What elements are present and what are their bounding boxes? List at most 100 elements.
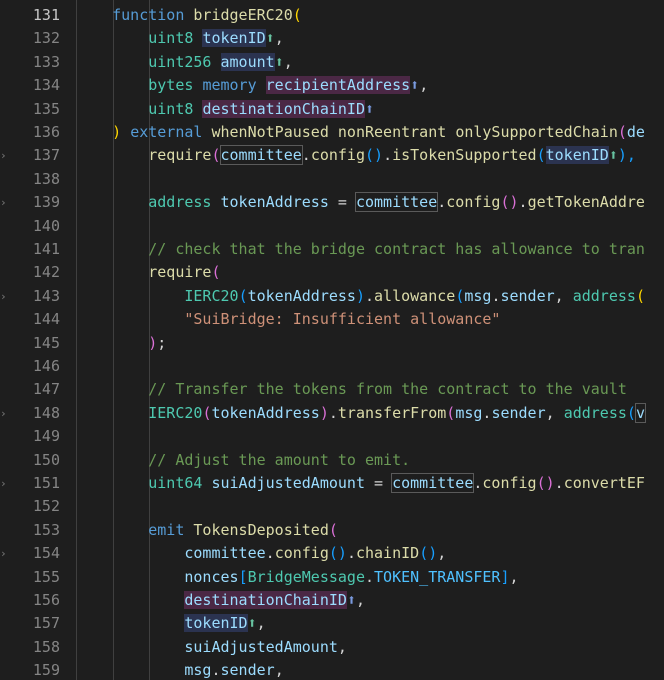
code-line[interactable]: 134 bytes memory recipientAddress⬆,	[0, 74, 664, 97]
code-token: ,	[509, 567, 519, 586]
code-line[interactable]: 133 uint256 amount⬆,	[0, 51, 664, 74]
code-line[interactable]: 157 tokenID⬆,	[0, 612, 664, 635]
code-token: address	[563, 403, 627, 422]
code-line[interactable]: › 137 require(committee.config().isTokenS…	[0, 144, 664, 167]
code-line[interactable]: › 148 IERC20(tokenAddress).transferFrom(m…	[0, 402, 664, 425]
code-text: suiAdjustedAmount,	[76, 636, 664, 659]
code-token: (	[238, 286, 248, 305]
line-number: 137	[32, 146, 60, 165]
code-line[interactable]: › 139 address tokenAddress = committee.co…	[0, 191, 664, 214]
code-token: tokenAddress	[220, 193, 329, 212]
code-token: )	[112, 123, 122, 141]
code-token: isTokenSupported	[392, 146, 537, 165]
code-token: require	[148, 263, 212, 282]
code-text: uint64 suiAdjustedAmount = committee.con…	[76, 472, 664, 495]
code-token: address	[148, 193, 212, 212]
code-token: uint256	[148, 52, 212, 71]
code-line[interactable]: 152	[0, 495, 664, 518]
code-line[interactable]: 150 // Adjust the amount to emit.	[0, 449, 664, 472]
line-number: 143	[32, 286, 60, 305]
line-number: 144	[32, 310, 60, 329]
code-line[interactable]: 135 uint8 destinationChainID⬆	[0, 98, 664, 121]
code-line[interactable]: 149	[0, 425, 664, 448]
code-text: nonces[BridgeMessage.TOKEN_TRANSFER],	[76, 566, 664, 589]
code-line[interactable]: 140	[0, 215, 664, 238]
code-token: sender	[491, 403, 546, 422]
code-line[interactable]: 153 emit TokensDeposited(	[0, 519, 664, 542]
code-token: ,	[283, 52, 293, 71]
code-token: // check that the bridge contract has al…	[148, 240, 645, 258]
code-token: // Transfer the tokens from the contract…	[148, 380, 627, 399]
code-token: ,	[337, 637, 347, 656]
code-editor[interactable]: 131 function bridgeERC20(132 uint8 token…	[0, 0, 664, 680]
line-number: 141	[32, 240, 60, 258]
code-line[interactable]: 155 nonces[BridgeMessage.TOKEN_TRANSFER]…	[0, 566, 664, 589]
code-token: tokenAddress	[211, 403, 320, 422]
line-number: 159	[32, 661, 60, 680]
code-line[interactable]: 146	[0, 355, 664, 378]
code-token: )	[355, 286, 365, 305]
code-token: [	[238, 567, 248, 586]
line-number: 148	[32, 403, 60, 422]
code-text: committee.config().chainID(),	[76, 542, 664, 565]
code-line[interactable]: 141 // check that the bridge contract ha…	[0, 238, 664, 261]
code-token: ()	[328, 544, 347, 563]
code-token: .	[265, 544, 275, 563]
code-line[interactable]: 156 destinationChainID⬆,	[0, 589, 664, 612]
code-line[interactable]: › 143 IERC20(tokenAddress).allowance(msg.…	[0, 285, 664, 308]
code-token: msg	[184, 661, 212, 680]
code-line[interactable]: 131 function bridgeERC20(	[0, 4, 664, 27]
code-token: memory	[202, 76, 257, 95]
code-token: address	[572, 286, 636, 305]
line-number: 145	[32, 333, 60, 352]
code-line[interactable]: 138	[0, 168, 664, 191]
code-line[interactable]: 145 );	[0, 332, 664, 355]
code-token: (	[617, 123, 627, 141]
code-token: ,	[545, 403, 564, 422]
code-line[interactable]: 159 msg.sender,	[0, 659, 664, 680]
code-token: (	[292, 6, 302, 24]
code-token: onlySupportedChain	[455, 123, 618, 141]
code-text: require(	[76, 261, 664, 284]
code-line[interactable]: › 151 uint64 suiAdjustedAmount = committe…	[0, 472, 664, 495]
code-line[interactable]: 142 require(	[0, 261, 664, 284]
code-token: ,	[355, 591, 365, 609]
code-token: tokenID	[545, 146, 609, 165]
code-line[interactable]: › 154 committee.config().chainID(),	[0, 542, 664, 565]
code-token: msg	[464, 286, 492, 305]
code-line[interactable]: 147 // Transfer the tokens from the cont…	[0, 378, 664, 401]
code-line[interactable]: 132 uint8 tokenID⬆,	[0, 27, 664, 50]
code-token: .	[365, 286, 375, 305]
line-number: 134	[32, 76, 60, 95]
code-line[interactable]: 158 suiAdjustedAmount,	[0, 636, 664, 659]
line-number: 140	[32, 216, 60, 235]
code-token: nonces	[184, 567, 239, 586]
code-token: config	[274, 544, 329, 563]
code-line[interactable]: 144 "SuiBridge: Insufficient allowance"	[0, 308, 664, 331]
param-arrow-icon: ⬆	[346, 591, 356, 609]
code-token: .	[383, 146, 393, 165]
code-token: IERC20	[148, 403, 203, 422]
code-token: ,	[274, 661, 284, 680]
code-text: msg.sender,	[76, 659, 664, 680]
code-token: .	[346, 544, 356, 563]
code-token: committee	[391, 473, 475, 493]
code-token: ,	[437, 544, 447, 563]
code-token: ),	[617, 146, 636, 165]
code-token: ]	[500, 567, 510, 586]
code-line[interactable]: 136 ) external whenNotPaused nonReentran…	[0, 121, 664, 144]
param-arrow-icon: ⬆	[608, 146, 618, 165]
